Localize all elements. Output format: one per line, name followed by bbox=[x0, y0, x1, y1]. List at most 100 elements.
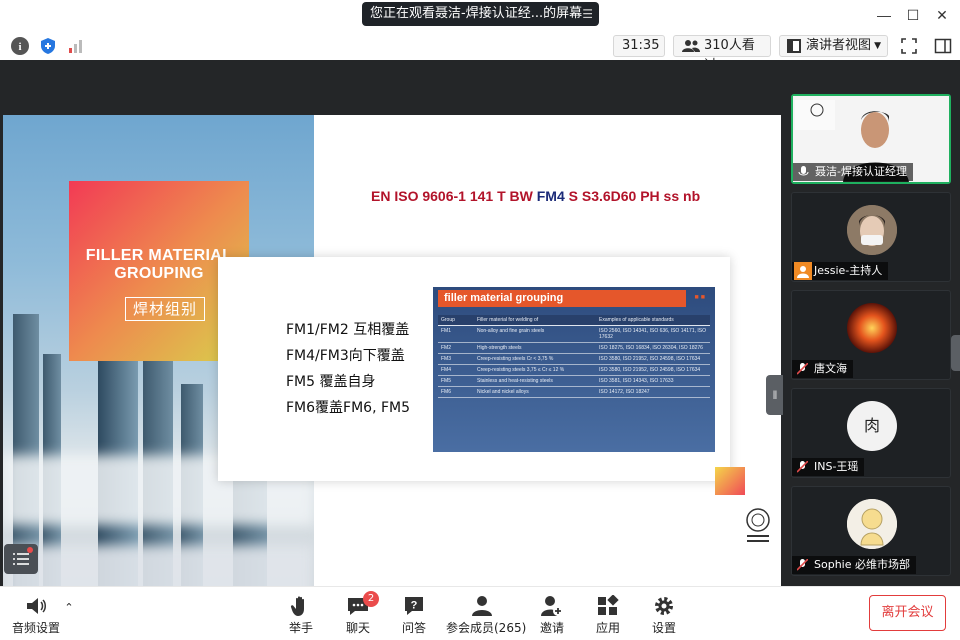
participant-name-label: INS-王瑶 bbox=[814, 460, 859, 473]
raise-hand-button[interactable]: 举手 bbox=[286, 595, 316, 636]
table-row: FM6 Nickel and nickel alloys ISO 14172, IS… bbox=[438, 386, 710, 398]
meeting-controls: 音频设置 ⌃ 举手 2 聊天 ? 问答 参会成员(265) 邀请 应用 设置 离… bbox=[0, 586, 960, 640]
collapse-gallery-handle[interactable]: ‖ bbox=[766, 375, 784, 415]
fm-coverage-list: FM1/FM2 互相覆盖 FM4/FM3向下覆盖 FM5 覆盖自身 FM6覆盖F… bbox=[286, 317, 410, 421]
participants-button[interactable]: 参会成员(265) bbox=[446, 595, 527, 636]
window-title: 您正在观看聂洁-焊接认证经...的屏幕 bbox=[370, 6, 583, 21]
table-header: Group bbox=[438, 315, 474, 326]
share-menu-button[interactable] bbox=[4, 544, 38, 574]
invite-button[interactable]: 邀请 bbox=[537, 595, 567, 636]
list-icon bbox=[13, 547, 33, 565]
fm-item: FM1/FM2 互相覆盖 bbox=[286, 322, 410, 338]
settings-button[interactable]: 设置 bbox=[649, 595, 679, 636]
view-mode-label: 演讲者视图 bbox=[806, 38, 872, 53]
participants-label: 参会成员(265) bbox=[446, 621, 527, 635]
mic-muted-icon bbox=[797, 363, 808, 375]
signal-bars-icon[interactable] bbox=[67, 37, 85, 55]
participant-tile[interactable]: 唐文海 bbox=[791, 290, 951, 380]
maximize-icon[interactable]: ☐ bbox=[904, 6, 922, 24]
meeting-window: 您正在观看聂洁-焊接认证经...的屏幕 ☰ — ☐ ✕ i 31:35 310人… bbox=[0, 0, 960, 640]
participant-tile[interactable]: Sophie 必维市场部 bbox=[791, 486, 951, 576]
side-panel-handle[interactable] bbox=[951, 335, 960, 371]
fullscreen-icon[interactable] bbox=[900, 37, 918, 55]
table-cell: FM1 bbox=[438, 325, 474, 343]
heading-fm4: FM4 bbox=[536, 188, 565, 204]
audio-options-chevron-icon[interactable]: ⌃ bbox=[62, 601, 76, 614]
table-cell: FM3 bbox=[438, 353, 474, 365]
gear-icon bbox=[655, 597, 673, 615]
qa-button[interactable]: ? 问答 bbox=[399, 595, 429, 636]
svg-text:i: i bbox=[18, 41, 21, 53]
invite-label: 邀请 bbox=[539, 621, 564, 635]
svg-text:?: ? bbox=[411, 600, 418, 612]
speaker-icon bbox=[27, 598, 46, 614]
chat-unread-badge: 2 bbox=[363, 591, 379, 607]
raise-hand-label: 举手 bbox=[288, 621, 313, 635]
fm-item: FM6覆盖FM6, FM5 bbox=[286, 400, 411, 416]
table-header: Examples of applicable standards bbox=[596, 315, 710, 326]
meeting-toolbar: i 31:35 310人看过 演讲者视图 ▼ bbox=[0, 32, 960, 73]
view-mode-dropdown[interactable]: 演讲者视图 ▼ bbox=[779, 35, 888, 57]
participant-tile[interactable]: Jessie-主持人 bbox=[791, 192, 951, 282]
apps-button[interactable]: 应用 bbox=[593, 595, 623, 636]
participant-tile[interactable]: 聂洁-焊接认证经理 bbox=[791, 94, 951, 184]
leave-meeting-button[interactable]: 离开会议 bbox=[869, 595, 946, 631]
audio-settings-button[interactable]: 音频设置 bbox=[10, 595, 62, 636]
info-icon[interactable]: i bbox=[11, 37, 29, 55]
content-card: FM1/FM2 互相覆盖 FM4/FM3向下覆盖 FM5 覆盖自身 FM6覆盖F… bbox=[218, 257, 730, 481]
grouping-table-image: filler material grouping ■■ Group Filler… bbox=[433, 287, 715, 452]
participant-tile[interactable]: 肉 INS-王瑶 bbox=[791, 388, 951, 478]
panel-toggle-icon[interactable] bbox=[934, 37, 952, 55]
minimize-icon[interactable]: — bbox=[875, 6, 893, 24]
table-row: FM5 Stainless and heat-resisting steels IS… bbox=[438, 375, 710, 387]
table-cell: Stainless and heat-resisting steels bbox=[474, 375, 596, 387]
table-cell: ISO 2560, ISO 14341, ISO 636, ISO 14171,… bbox=[596, 325, 710, 343]
screen-share-title[interactable]: 您正在观看聂洁-焊接认证经...的屏幕 ☰ bbox=[362, 2, 599, 26]
participant-name: Sophie 必维市场部 bbox=[792, 556, 916, 574]
table-cell: FM2 bbox=[438, 342, 474, 354]
speaker-view-icon bbox=[787, 39, 801, 53]
heading-part1: EN ISO 9606-1 141 T BW bbox=[371, 188, 537, 204]
decor-dots-icon: ■■ bbox=[694, 294, 707, 301]
mic-muted-icon bbox=[797, 559, 808, 571]
chevron-down-icon: ▼ bbox=[874, 41, 881, 51]
participant-name-label: Jessie-主持人 bbox=[814, 264, 883, 277]
host-icon bbox=[794, 262, 812, 280]
table-cell: ISO 14172, ISO 18247 bbox=[596, 386, 710, 398]
close-icon[interactable]: ✕ bbox=[933, 6, 951, 24]
shared-screen: FILLER MATERIAL GROUPING 焊材组别 EN ISO 960… bbox=[0, 60, 784, 614]
apps-grid-icon bbox=[598, 595, 619, 615]
table-title: filler material grouping bbox=[438, 290, 686, 307]
heading-part3: S S3.6D60 PH ss nb bbox=[564, 188, 701, 204]
fm-item: FM5 覆盖自身 bbox=[286, 374, 376, 390]
chat-button[interactable]: 2 聊天 bbox=[343, 591, 379, 636]
bureau-veritas-logo bbox=[746, 508, 770, 542]
security-shield-icon[interactable] bbox=[39, 37, 57, 55]
table-row: FM1 Non-alloy and fine grain steels ISO 25… bbox=[438, 325, 710, 343]
table-cell: ISO 3580, ISO 21952, ISO 24598, ISO 1763… bbox=[596, 353, 710, 365]
table-cell: FM5 bbox=[438, 375, 474, 387]
participant-name: 聂洁-焊接认证经理 bbox=[793, 163, 913, 181]
participant-avatar: 肉 bbox=[847, 401, 897, 451]
table-cell: Non-alloy and fine grain steels bbox=[474, 325, 596, 343]
participant-name: INS-王瑶 bbox=[792, 458, 865, 476]
participant-avatar bbox=[847, 499, 897, 549]
participant-name-label: Sophie 必维市场部 bbox=[814, 558, 910, 571]
question-icon: ? bbox=[405, 597, 423, 615]
table-cell: ISO 3581, ISO 14343, ISO 17633 bbox=[596, 375, 710, 387]
mic-muted-icon bbox=[797, 461, 808, 473]
table-cell: Creep-resisting steels 3,75 ≤ Cr ≤ 12 % bbox=[474, 364, 596, 376]
box-subtitle: 焊材组别 bbox=[125, 297, 205, 321]
person-icon bbox=[472, 596, 492, 616]
title-menu-icon[interactable]: ☰ bbox=[582, 2, 593, 26]
table-cell: ISO 18275, ISO 16834, ISO 26304, ISO 182… bbox=[596, 342, 710, 354]
table-cell: ISO 3580, ISO 21952, ISO 24598, ISO 1763… bbox=[596, 364, 710, 376]
table-row: FM3 Creep-resisting steels Cr < 3,75 % ISO… bbox=[438, 353, 710, 365]
participant-name: 唐文海 bbox=[792, 360, 853, 378]
table-cell: High-strength steels bbox=[474, 342, 596, 354]
grouping-table: Group Filler material for welding of Exa… bbox=[438, 315, 710, 398]
table-row: FM4 Creep-resisting steels 3,75 ≤ Cr ≤ 12… bbox=[438, 364, 710, 376]
table-cell: FM4 bbox=[438, 364, 474, 376]
table-cell: Nickel and nickel alloys bbox=[474, 386, 596, 398]
viewers-count[interactable]: 310人看过 bbox=[673, 35, 771, 73]
